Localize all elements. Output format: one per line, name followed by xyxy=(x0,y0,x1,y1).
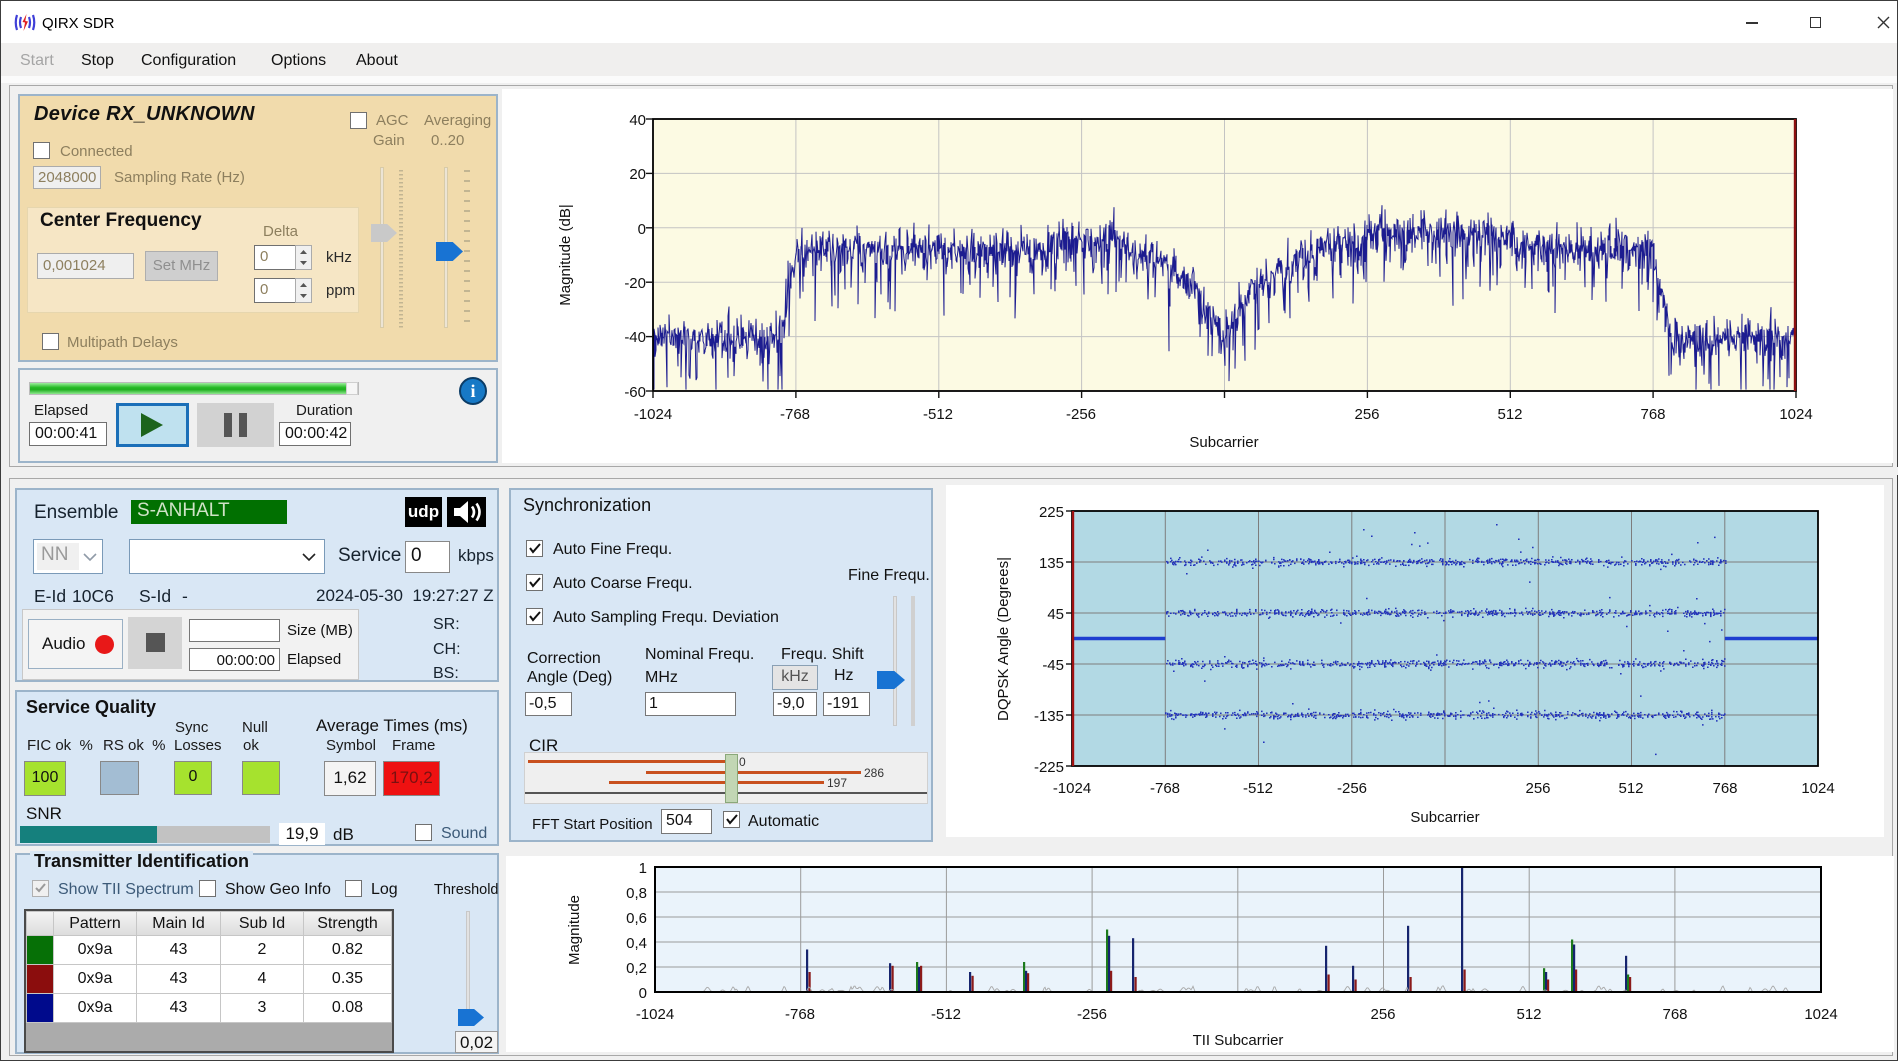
svg-text:135: 135 xyxy=(1039,555,1064,572)
svg-text:-135: -135 xyxy=(1034,708,1064,725)
svg-text:-60: -60 xyxy=(624,384,646,401)
svg-text:-768: -768 xyxy=(785,1006,815,1023)
svg-text:768: 768 xyxy=(1712,780,1737,797)
svg-text:TII Subcarrier: TII Subcarrier xyxy=(1193,1032,1284,1049)
svg-text:-256: -256 xyxy=(1337,780,1367,797)
svg-text:1: 1 xyxy=(639,860,647,877)
svg-text:20: 20 xyxy=(629,166,646,183)
svg-text:-768: -768 xyxy=(1150,780,1180,797)
svg-text:1024: 1024 xyxy=(1801,780,1834,797)
svg-text:0,4: 0,4 xyxy=(626,935,647,952)
svg-text:0: 0 xyxy=(638,221,646,238)
svg-text:768: 768 xyxy=(1640,406,1665,423)
svg-text:0,6: 0,6 xyxy=(626,910,647,927)
svg-text:Magnitude: Magnitude xyxy=(566,895,583,965)
svg-text:-1024: -1024 xyxy=(636,1006,674,1023)
svg-text:225: 225 xyxy=(1039,504,1064,521)
svg-text:0,2: 0,2 xyxy=(626,960,647,977)
svg-text:512: 512 xyxy=(1516,1006,1541,1023)
svg-text:512: 512 xyxy=(1497,406,1522,423)
svg-text:256: 256 xyxy=(1525,780,1550,797)
svg-text:256: 256 xyxy=(1354,406,1379,423)
svg-text:768: 768 xyxy=(1662,1006,1687,1023)
svg-text:256: 256 xyxy=(1370,1006,1395,1023)
svg-text:-256: -256 xyxy=(1077,1006,1107,1023)
svg-text:-1024: -1024 xyxy=(1053,780,1091,797)
svg-text:1024: 1024 xyxy=(1779,406,1812,423)
svg-text:-512: -512 xyxy=(931,1006,961,1023)
svg-text:DQPSK Angle (Degrees|: DQPSK Angle (Degrees| xyxy=(995,557,1012,721)
svg-text:-20: -20 xyxy=(624,275,646,292)
svg-text:1024: 1024 xyxy=(1804,1006,1837,1023)
svg-text:-40: -40 xyxy=(624,329,646,346)
svg-text:-45: -45 xyxy=(1042,657,1064,674)
svg-text:-512: -512 xyxy=(923,406,953,423)
svg-text:512: 512 xyxy=(1618,780,1643,797)
svg-text:0,8: 0,8 xyxy=(626,885,647,902)
svg-text:40: 40 xyxy=(629,112,646,129)
svg-text:-512: -512 xyxy=(1243,780,1273,797)
svg-text:Magnitude (dB|: Magnitude (dB| xyxy=(557,204,574,305)
svg-text:0: 0 xyxy=(639,985,647,1002)
svg-text:Subcarrier: Subcarrier xyxy=(1410,809,1479,826)
svg-text:-256: -256 xyxy=(1066,406,1096,423)
svg-text:45: 45 xyxy=(1047,606,1064,623)
svg-text:-225: -225 xyxy=(1034,759,1064,776)
svg-text:Subcarrier: Subcarrier xyxy=(1189,434,1258,451)
svg-text:-768: -768 xyxy=(780,406,810,423)
svg-text:-1024: -1024 xyxy=(634,406,672,423)
